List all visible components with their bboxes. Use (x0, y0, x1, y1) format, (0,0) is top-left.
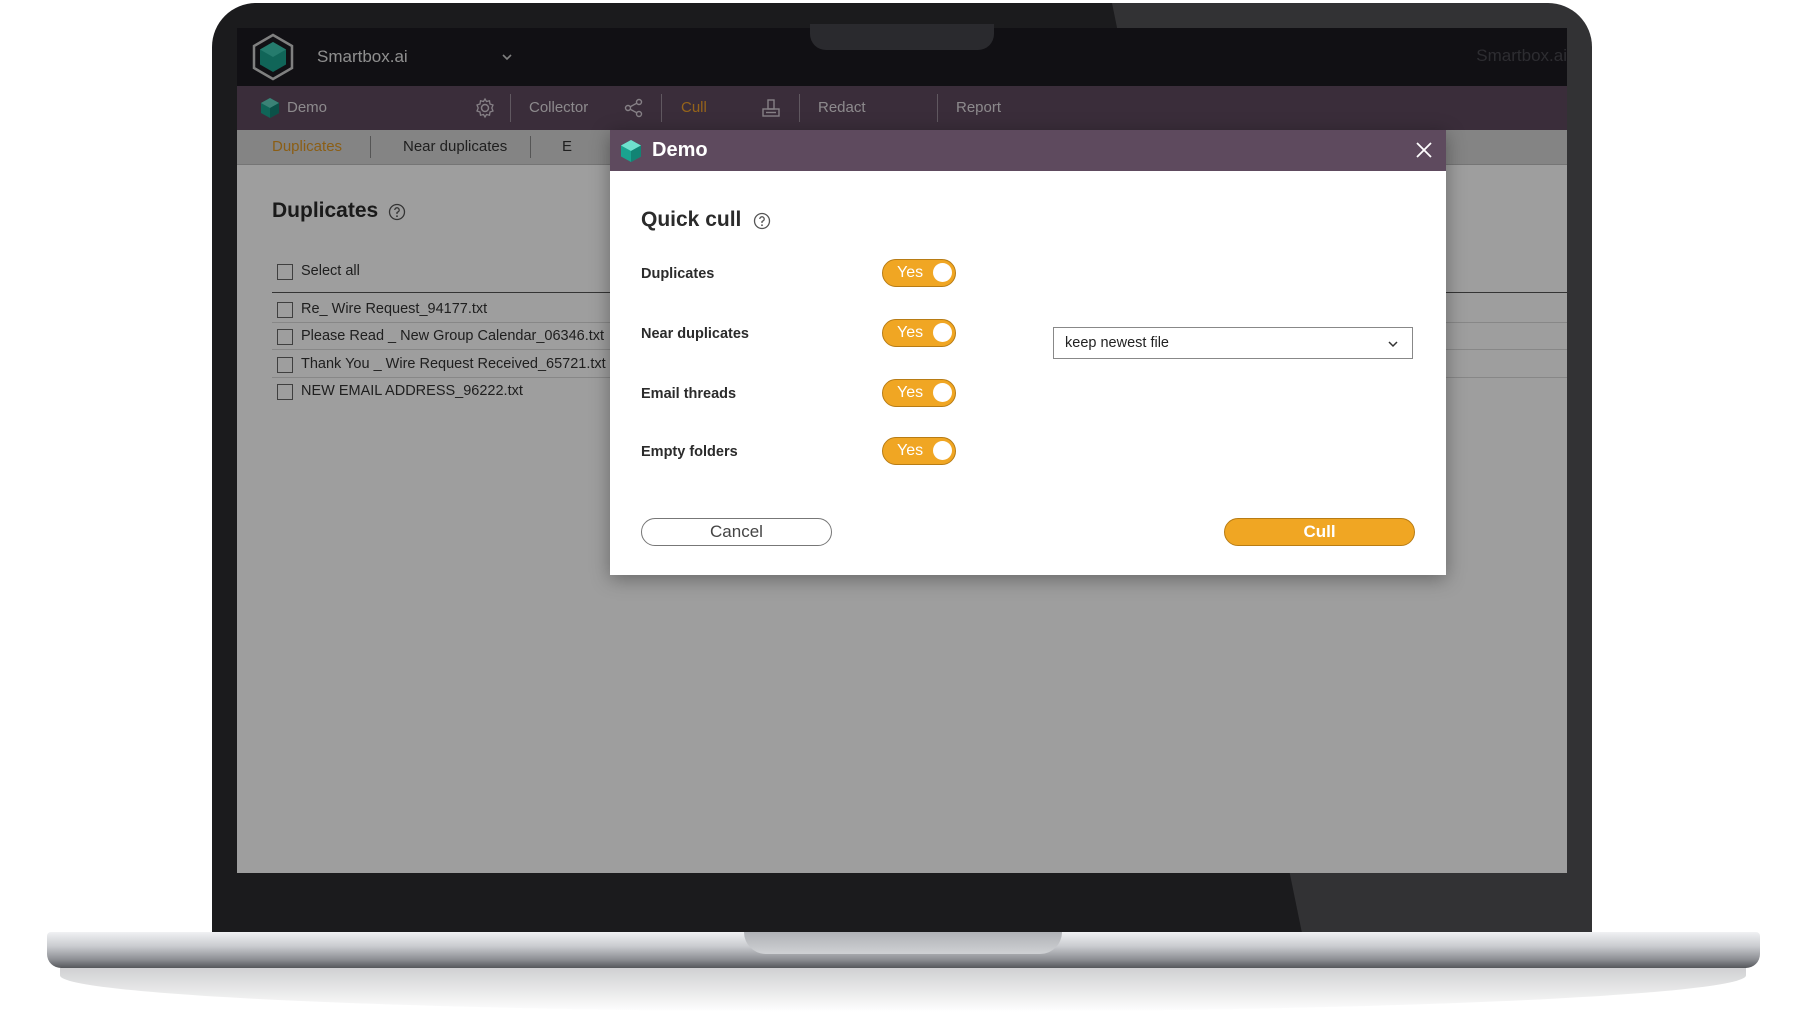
toggle-state: Yes (897, 264, 924, 281)
laptop-base-notch (744, 932, 1062, 954)
quick-cull-dialog: Demo Quick cull Duplicates Yes Near dupl… (610, 130, 1446, 575)
quick-cull-heading: Quick cull (641, 208, 742, 231)
near-duplicates-keep-select[interactable]: keep newest file (1053, 327, 1413, 359)
project-cube-icon (621, 140, 641, 162)
dialog-title: Demo (652, 139, 708, 161)
option-label-near-duplicates: Near duplicates (641, 326, 749, 342)
toggle-knob (933, 383, 952, 402)
option-label-duplicates: Duplicates (641, 266, 715, 282)
help-icon[interactable] (753, 212, 771, 230)
toggle-state: Yes (897, 442, 924, 459)
option-label-email-threads: Email threads (641, 386, 737, 402)
chevron-down-icon (1388, 341, 1398, 348)
cancel-button[interactable]: Cancel (641, 518, 832, 546)
toggle-knob (933, 441, 952, 460)
toggle-state: Yes (897, 324, 924, 341)
toggle-knob (933, 263, 952, 282)
toggle-email-threads[interactable]: Yes (882, 379, 956, 407)
close-icon[interactable] (1414, 140, 1434, 160)
toggle-near-duplicates[interactable]: Yes (882, 319, 956, 347)
laptop-camera-notch (810, 24, 994, 50)
laptop-base-shadow (60, 968, 1746, 1012)
select-value: keep newest file (1065, 335, 1169, 351)
toggle-knob (933, 323, 952, 342)
option-label-empty-folders: Empty folders (641, 444, 738, 460)
dialog-header: Demo (610, 130, 1446, 171)
toggle-duplicates[interactable]: Yes (882, 259, 956, 287)
toggle-empty-folders[interactable]: Yes (882, 437, 956, 465)
screen: Smartbox.ai Smartbox.ai Demo Collector C… (237, 28, 1567, 873)
toggle-state: Yes (897, 384, 924, 401)
cull-button[interactable]: Cull (1224, 518, 1415, 546)
